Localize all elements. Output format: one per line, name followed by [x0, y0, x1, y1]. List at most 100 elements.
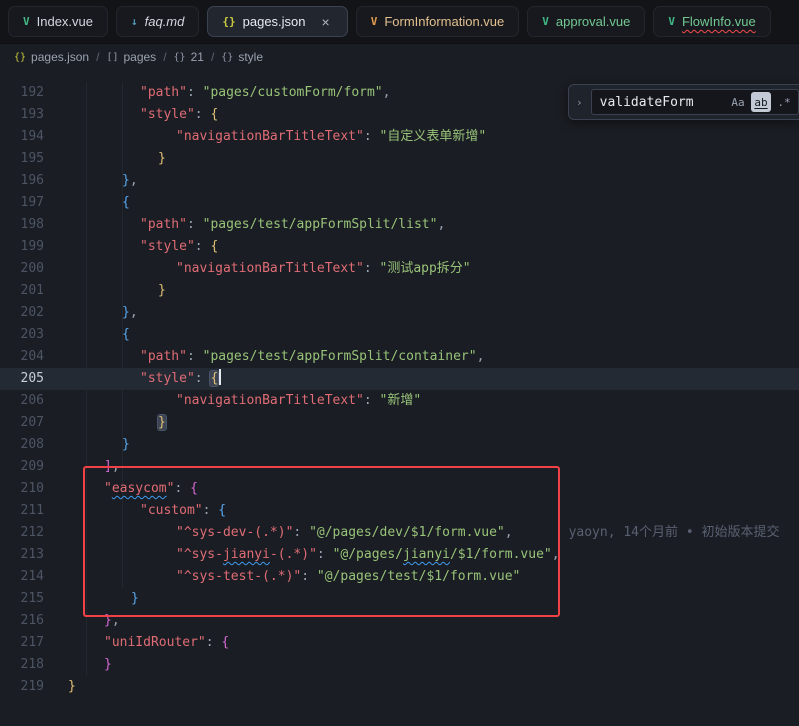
- code-text: "path": "pages/customForm/form",: [44, 82, 390, 104]
- code-line[interactable]: 196},: [0, 170, 799, 192]
- token: }: [122, 173, 130, 188]
- line-number[interactable]: 210: [0, 478, 44, 500]
- breadcrumb-label: pages: [123, 50, 156, 64]
- code-text: "^sys-dev-(.*)": "@/pages/dev/$1/form.vu…: [44, 522, 513, 544]
- code-line[interactable]: 218}: [0, 654, 799, 676]
- token: }: [158, 415, 166, 430]
- line-number[interactable]: 199: [0, 236, 44, 258]
- line-number[interactable]: 201: [0, 280, 44, 302]
- line-number[interactable]: 194: [0, 126, 44, 148]
- regex-toggle[interactable]: .*: [774, 92, 794, 112]
- line-number[interactable]: 205: [0, 368, 44, 390]
- line-number[interactable]: 200: [0, 258, 44, 280]
- code-line[interactable]: 205"style": {: [0, 368, 799, 390]
- code-line[interactable]: 200"navigationBarTitleText": "测试app拆分": [0, 258, 799, 280]
- line-number[interactable]: 214: [0, 566, 44, 588]
- line-number[interactable]: 219: [0, 676, 44, 698]
- code-line[interactable]: 195}: [0, 148, 799, 170]
- token: {: [190, 481, 198, 496]
- code-line[interactable]: 204"path": "pages/test/appFormSplit/cont…: [0, 346, 799, 368]
- line-number[interactable]: 216: [0, 610, 44, 632]
- code-text: }: [44, 654, 112, 676]
- tab-flowinfo-vue[interactable]: VFlowInfo.vue: [653, 6, 770, 37]
- code-text: {: [44, 324, 130, 346]
- code-line[interactable]: 207}: [0, 412, 799, 434]
- line-number[interactable]: 193: [0, 104, 44, 126]
- token: {: [221, 635, 229, 650]
- whole-word-toggle[interactable]: ab: [751, 92, 771, 112]
- breadcrumb-item-pages-json[interactable]: {}pages.json: [14, 50, 89, 64]
- line-number[interactable]: 192: [0, 82, 44, 104]
- tab-pages-json[interactable]: {}pages.json×: [207, 6, 347, 37]
- code-line[interactable]: 211"custom": {: [0, 500, 799, 522]
- code-line[interactable]: 201}: [0, 280, 799, 302]
- code-line[interactable]: 198"path": "pages/test/appFormSplit/list…: [0, 214, 799, 236]
- line-number[interactable]: 204: [0, 346, 44, 368]
- line-number[interactable]: 198: [0, 214, 44, 236]
- code-text: }: [44, 148, 166, 170]
- breadcrumb-item-style[interactable]: {}style: [221, 50, 263, 64]
- breadcrumb-separator: /: [211, 50, 214, 64]
- token: "navigationBarTitleText": [176, 261, 364, 276]
- line-number[interactable]: 211: [0, 500, 44, 522]
- code-line[interactable]: 216},: [0, 610, 799, 632]
- line-number[interactable]: 215: [0, 588, 44, 610]
- code-line[interactable]: 215}: [0, 588, 799, 610]
- line-number[interactable]: 213: [0, 544, 44, 566]
- code-line[interactable]: 206"navigationBarTitleText": "新增": [0, 390, 799, 412]
- tab-label: approval.vue: [556, 14, 630, 29]
- line-number[interactable]: 195: [0, 148, 44, 170]
- code-line[interactable]: 194"navigationBarTitleText": "自定义表单新增": [0, 126, 799, 148]
- token: "path": [140, 217, 187, 232]
- tab-label: faq.md: [145, 14, 185, 29]
- code-line[interactable]: 202},: [0, 302, 799, 324]
- line-number[interactable]: 206: [0, 390, 44, 412]
- line-number[interactable]: 208: [0, 434, 44, 456]
- token: :: [301, 569, 317, 584]
- tab-forminformation-vue[interactable]: VFormInformation.vue: [356, 6, 520, 37]
- code-line[interactable]: 214"^sys-test-(.*)": "@/pages/test/$1/fo…: [0, 566, 799, 588]
- tab-faq-md[interactable]: ↓faq.md: [116, 6, 199, 37]
- find-input[interactable]: validateForm Aaab.*: [591, 89, 799, 115]
- code-text: "style": {: [44, 104, 218, 126]
- line-number[interactable]: 212: [0, 522, 44, 544]
- token: ,: [505, 525, 513, 540]
- code-line[interactable]: 210"easycom": {: [0, 478, 799, 500]
- editor[interactable]: 192"path": "pages/customForm/form",193"s…: [0, 70, 799, 726]
- token: "^sys-: [176, 547, 223, 562]
- line-number[interactable]: 218: [0, 654, 44, 676]
- token: :: [195, 107, 211, 122]
- code-line[interactable]: 209],: [0, 456, 799, 478]
- json-icon: {}: [222, 15, 235, 28]
- line-number[interactable]: 217: [0, 632, 44, 654]
- token: "style": [140, 107, 195, 122]
- line-number[interactable]: 209: [0, 456, 44, 478]
- code-text: "style": {: [44, 236, 218, 258]
- line-number[interactable]: 196: [0, 170, 44, 192]
- code-line[interactable]: 208}: [0, 434, 799, 456]
- code-line[interactable]: 217"uniIdRouter": {: [0, 632, 799, 654]
- token: "path": [140, 349, 187, 364]
- tab-approval-vue[interactable]: Vapproval.vue: [527, 6, 645, 37]
- close-icon[interactable]: ×: [319, 14, 333, 30]
- token: :: [187, 349, 203, 364]
- breadcrumb-item-pages[interactable]: []pages: [106, 50, 156, 64]
- code-line[interactable]: 203{: [0, 324, 799, 346]
- code-line[interactable]: 213"^sys-jianyi-(.*)": "@/pages/jianyi/$…: [0, 544, 799, 566]
- line-number[interactable]: 207: [0, 412, 44, 434]
- toggle-replace-chevron-icon[interactable]: ›: [574, 94, 585, 111]
- line-number[interactable]: 202: [0, 302, 44, 324]
- code-line[interactable]: 199"style": {: [0, 236, 799, 258]
- line-number[interactable]: 197: [0, 192, 44, 214]
- tab-index-vue[interactable]: VIndex.vue: [8, 6, 108, 37]
- breadcrumb-item-21[interactable]: {}21: [174, 50, 204, 64]
- code-text: "path": "pages/test/appFormSplit/list",: [44, 214, 445, 236]
- token: "pages/test/appFormSplit/list": [203, 217, 438, 232]
- code-line[interactable]: 197{: [0, 192, 799, 214]
- line-number[interactable]: 203: [0, 324, 44, 346]
- match-case-toggle[interactable]: Aa: [728, 92, 748, 112]
- code-line[interactable]: 219}: [0, 676, 799, 698]
- code-text: }: [44, 434, 130, 456]
- code-line[interactable]: 212"^sys-dev-(.*)": "@/pages/dev/$1/form…: [0, 522, 799, 544]
- token: ,: [130, 305, 138, 320]
